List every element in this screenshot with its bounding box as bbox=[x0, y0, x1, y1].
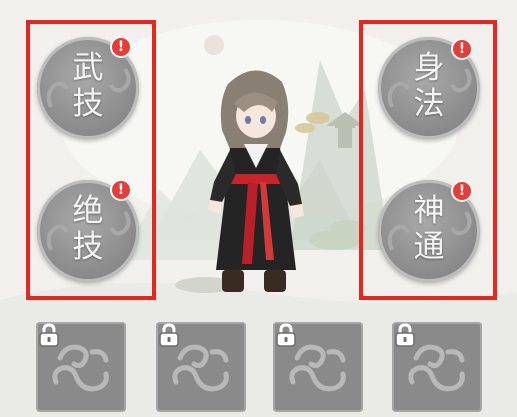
locked-slot-4[interactable] bbox=[392, 322, 482, 412]
locked-slot-2[interactable] bbox=[156, 322, 246, 412]
skill-shen-fa-button[interactable]: 身 法 ! bbox=[378, 37, 480, 139]
alert-badge-icon: ! bbox=[110, 179, 132, 201]
alert-badge-icon: ! bbox=[110, 36, 132, 58]
lock-icon bbox=[39, 323, 59, 347]
locked-slot-3[interactable] bbox=[273, 322, 363, 412]
alert-badge-icon: ! bbox=[451, 38, 473, 60]
skill-wu-ji-button[interactable]: 武 技 ! bbox=[37, 36, 139, 139]
skill-char-2: 法 bbox=[413, 86, 445, 122]
lock-icon bbox=[159, 323, 179, 347]
lock-icon bbox=[276, 323, 296, 347]
skill-char-2: 通 bbox=[413, 229, 445, 265]
alert-badge-icon: ! bbox=[451, 180, 473, 202]
hero-character[interactable] bbox=[200, 64, 310, 300]
lock-icon bbox=[395, 323, 415, 347]
locked-slot-1[interactable] bbox=[36, 322, 126, 412]
skill-jue-ji-button[interactable]: 绝 技 ! bbox=[37, 179, 139, 282]
skill-char-2: 技 bbox=[72, 86, 104, 122]
skill-shen-tong-button[interactable]: 神 通 ! bbox=[378, 180, 480, 282]
skill-char-2: 技 bbox=[72, 229, 104, 265]
